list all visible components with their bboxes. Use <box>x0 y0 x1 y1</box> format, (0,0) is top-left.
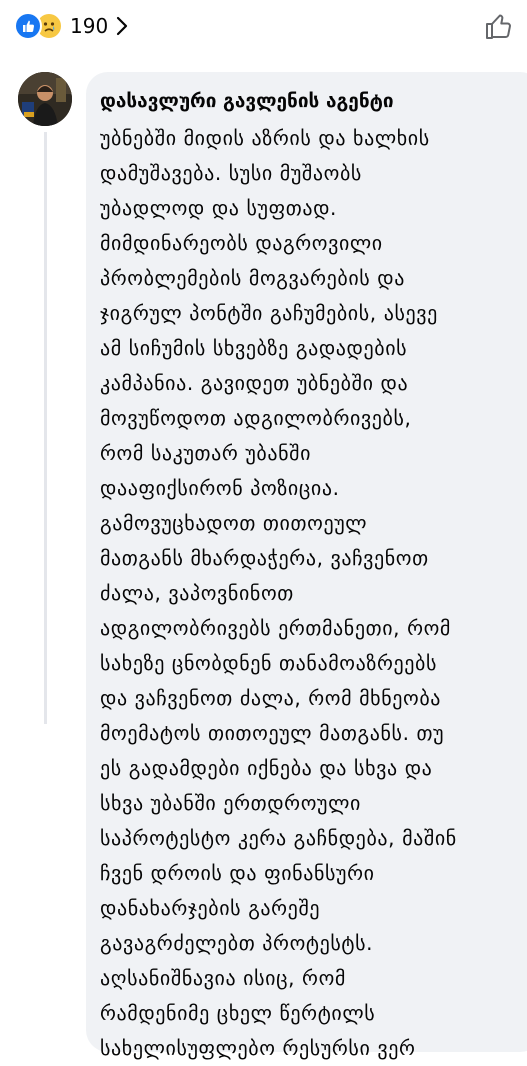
comment-text-line: უბადლოდ და სუფთად. <box>100 196 338 220</box>
comment-text-line: ამ სიჩუმის სხვებზე გადადების <box>100 336 408 360</box>
comment-text-line: ადგილობრივებს ერთმანეთი, რომ <box>100 616 451 640</box>
reactions-summary[interactable]: 190 <box>14 12 128 40</box>
comment-text-line: გავაგრძელებთ პროტესტს. <box>100 931 374 955</box>
chevron-right-icon <box>117 16 128 36</box>
like-icon <box>14 12 42 40</box>
comment-text-line: მოემატოს თითოეულ მათგანს. თუ <box>100 721 445 745</box>
comment-text-line: პრობლემების მოგვარების და <box>100 266 406 290</box>
like-button[interactable] <box>483 10 515 42</box>
reaction-count: 190 <box>70 14 109 38</box>
comment-text-line: სხვა უბანში ერთდროული <box>100 791 361 815</box>
comment-text-line: სახეზე ცნობდნენ თანამოაზრეებს <box>100 651 437 675</box>
thumbs-up-icon <box>486 14 511 39</box>
comment-text-line: მოვუწოდოთ ადგილობრივებს, <box>100 406 412 430</box>
thread-line <box>44 132 47 724</box>
comment-text-line: დანახარჯების გარეშე <box>100 896 321 920</box>
comment-text-line: მათგანს მხარდაჭერა, ვაჩვენოთ <box>100 546 429 570</box>
comment-text-line: რამდენიმე ცხელ წერტილს <box>100 1001 376 1025</box>
comment-text-line: გამოვუცხადოთ თითოეულ <box>100 511 368 535</box>
comment-text-line: ჯიგრულ პონტში გაჩუმების, ასევე <box>100 301 438 325</box>
comment-text-line: უბნებში მიდის აზრის და ხალხის <box>100 126 430 150</box>
reactions-bar: 190 <box>0 0 527 56</box>
comment-text-line: და ვაჩვენოთ ძალა, რომ მხნეობა <box>100 686 442 710</box>
comment-text-line: ძალა, ვაპოვნინოთ <box>100 581 294 605</box>
comment-text-line: დამუშავება. სუსი მუშაობს <box>100 161 362 185</box>
avatar[interactable] <box>18 72 72 126</box>
comment-text-line: აღსანიშნავია ისიც, რომ <box>100 966 346 990</box>
comment-author[interactable]: დასავლური გავლენის აგენტი <box>100 90 394 112</box>
comment-text-line: დააფიქსირონ პოზიცია. <box>100 476 340 500</box>
comment-text: უბნებში მიდის აზრის და ხალხის დამუშავება.… <box>100 121 520 1066</box>
comment-text-line: მიმდინარეობს დაგროვილი <box>100 231 383 255</box>
comment-text-line: რომ საკუთარ უბანში <box>100 441 312 465</box>
comment-text-line: ეს გადამდები იქნება და სხვა და <box>100 756 433 780</box>
comment-text-line: ჩვენ დროის და ფინანსური <box>100 861 375 885</box>
comment-text-line: საპროტესტო კერა გაჩნდება, მაშინ <box>100 826 457 850</box>
comment-text-line: სახელისუფლებო რესურსი ვერ <box>100 1036 416 1060</box>
comment-text-line: კამპანია. გავიდეთ უბნებში და <box>100 371 409 395</box>
